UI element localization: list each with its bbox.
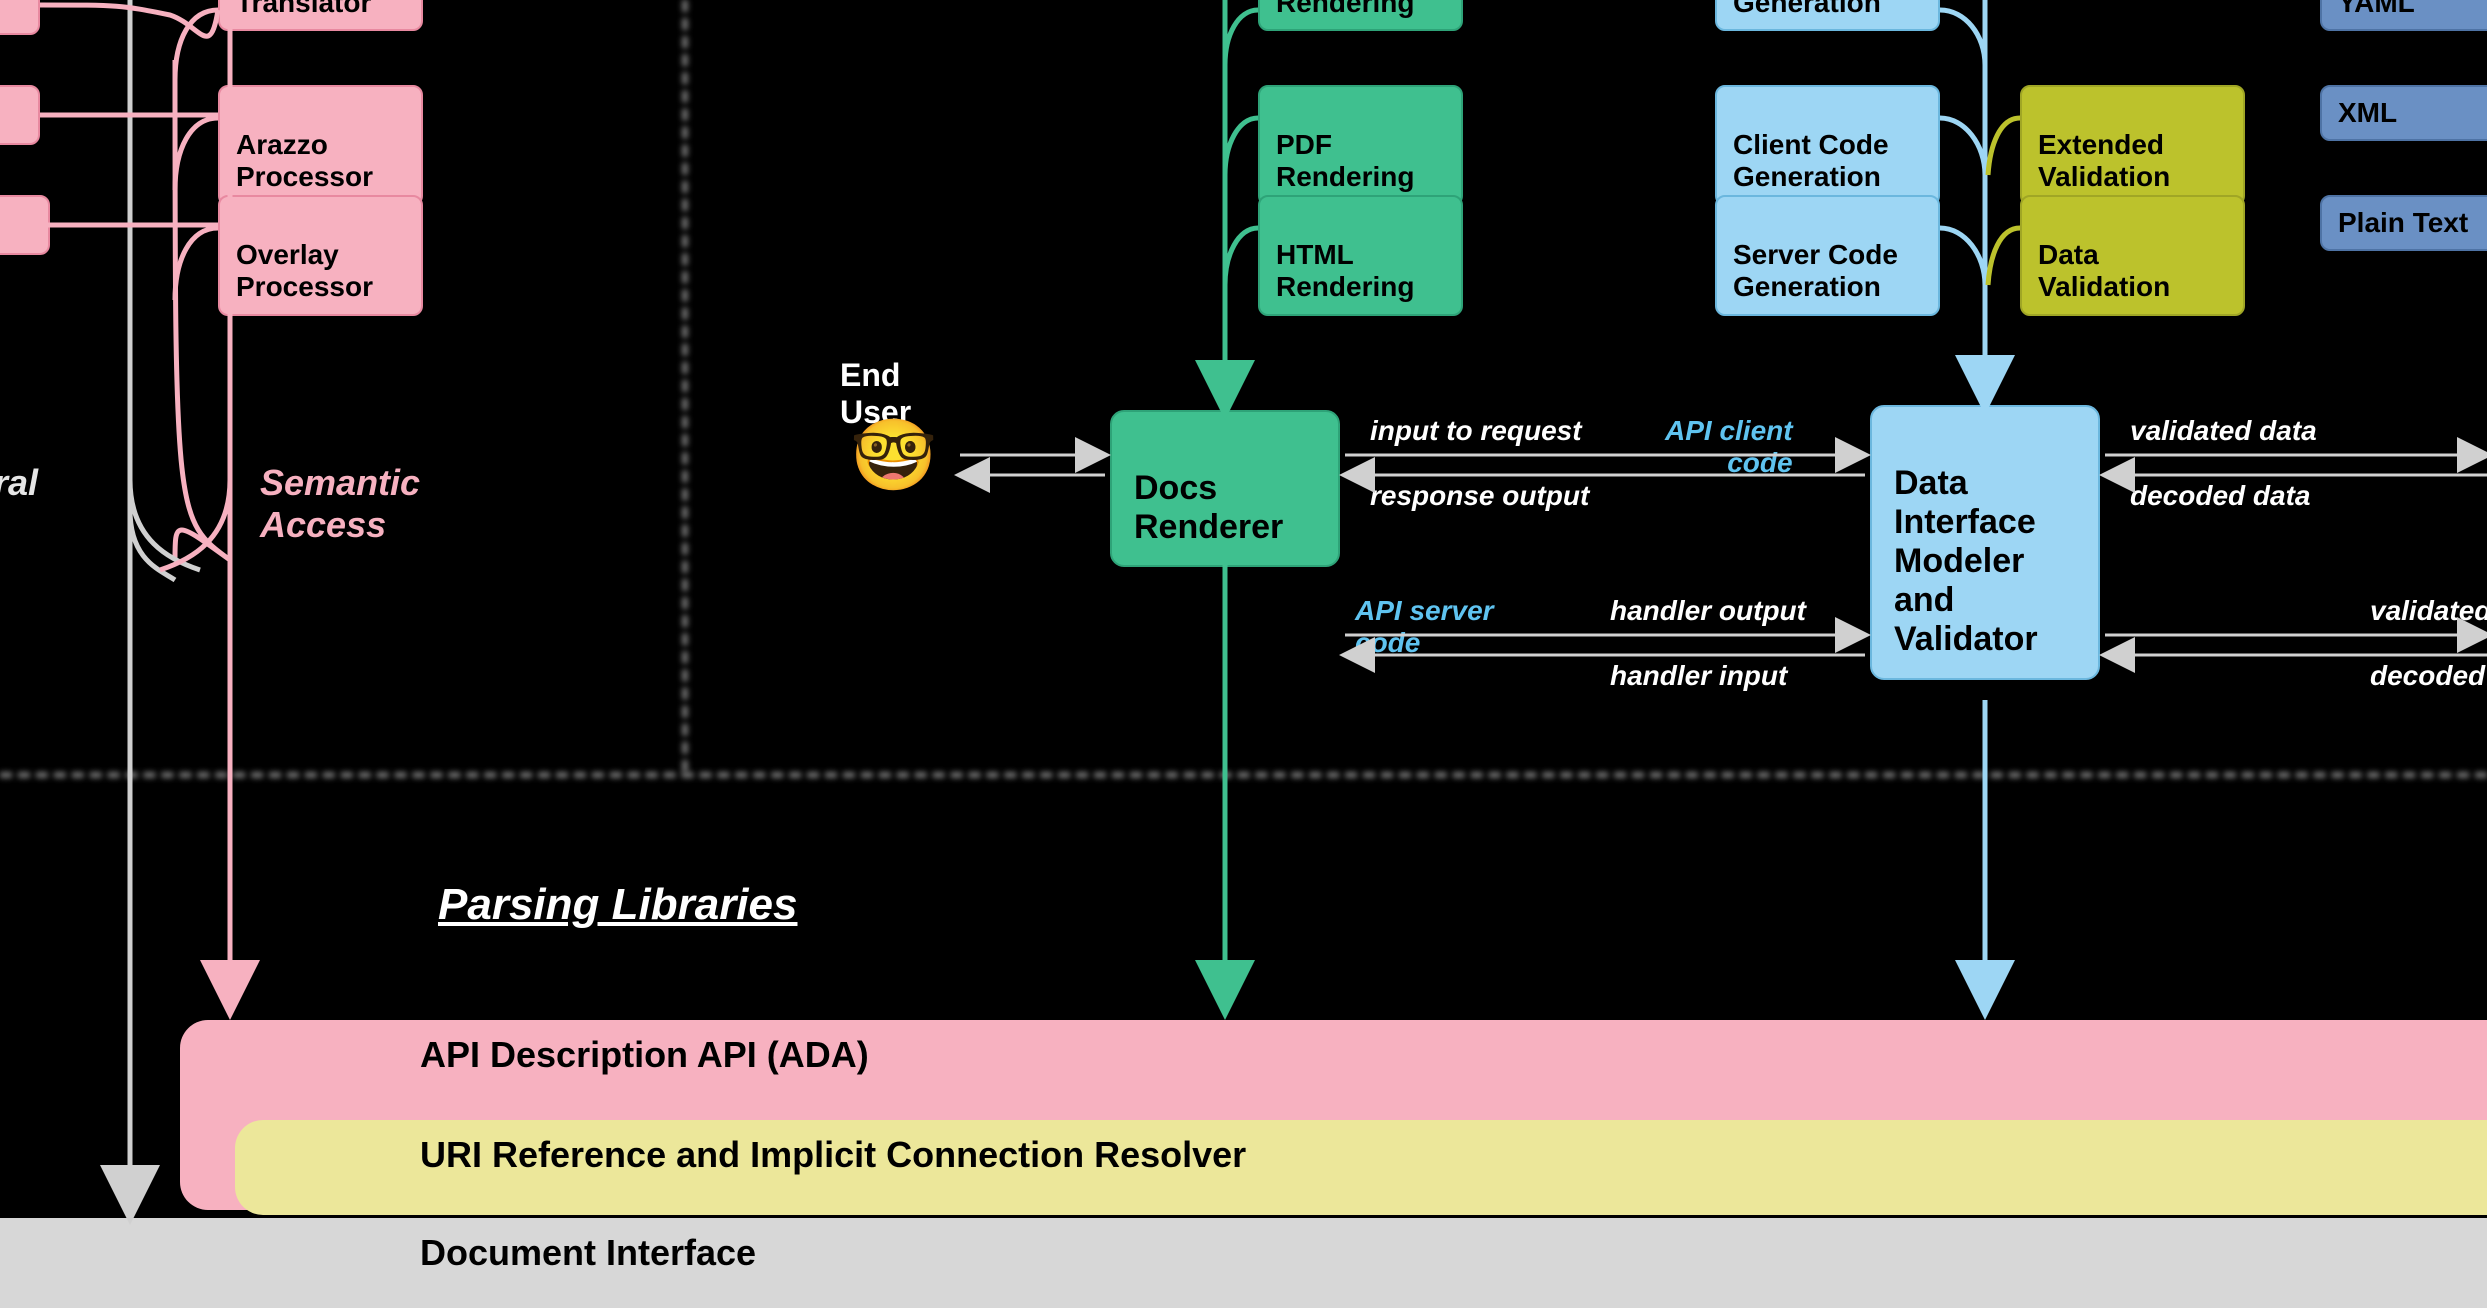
region-divider-horizontal xyxy=(0,772,2487,778)
node-label: Rendering xyxy=(1276,0,1414,18)
label-decoded-right: decoded… xyxy=(2370,660,2487,692)
node-rendering: Rendering xyxy=(1258,0,1463,31)
bar-document-interface: Document Interface xyxy=(0,1218,2487,1308)
node-translator: Translator xyxy=(218,0,423,31)
node-label: PDF Rendering xyxy=(1276,129,1414,192)
label-handler-output: handler output xyxy=(1610,595,1806,627)
node-label: Arazzo Processor xyxy=(236,129,373,192)
node-client-code-gen: Client Code Generation xyxy=(1715,85,1940,206)
label-decoded-data: decoded data xyxy=(2130,480,2310,512)
label-validated-data: validated data xyxy=(2130,415,2317,447)
node-label: HTML Rendering xyxy=(1276,239,1414,302)
node-html-rendering: HTML Rendering xyxy=(1258,195,1463,316)
node-label: Client Code Generation xyxy=(1733,129,1889,192)
node-cropped-1 xyxy=(0,85,40,145)
bar-uri-resolver: URI Reference and Implicit Connection Re… xyxy=(235,1120,2487,1215)
node-generation: Generation xyxy=(1715,0,1940,31)
node-label: Docs Renderer xyxy=(1134,469,1283,546)
node-plain-text: Plain Text xyxy=(2320,195,2487,251)
nerd-face-icon: 🤓 xyxy=(850,415,937,497)
region-divider-vertical xyxy=(682,0,688,772)
node-docs-renderer: Docs Renderer xyxy=(1110,410,1340,567)
node-yaml: YAML xyxy=(2320,0,2487,31)
text: cturaless xyxy=(0,462,38,545)
label-response-output: response output xyxy=(1370,480,1589,512)
bar-label: API Description API (ADA) xyxy=(420,1034,869,1075)
node-label: Data Validation xyxy=(2038,239,2170,302)
node-label: Plain Text xyxy=(2338,207,2468,238)
bar-label: Document Interface xyxy=(420,1232,756,1273)
node-cropped-0 xyxy=(0,0,40,35)
section-parsing-libraries: Parsing Libraries xyxy=(438,880,797,930)
node-label: Overlay Processor xyxy=(236,239,373,302)
node-data-validation: Data Validation xyxy=(2020,195,2245,316)
node-extended-validation: Extended Validation xyxy=(2020,85,2245,206)
label-input-to-request: input to request xyxy=(1370,415,1582,447)
node-pdf-rendering: PDF Rendering xyxy=(1258,85,1463,206)
bar-label: URI Reference and Implicit Connection Re… xyxy=(420,1134,1246,1175)
node-label: XML xyxy=(2338,97,2397,128)
node-xml: XML xyxy=(2320,85,2487,141)
node-arazzo-processor: Arazzo Processor xyxy=(218,85,423,206)
text: Semantic Access xyxy=(260,462,420,545)
node-cropped-2 xyxy=(0,195,50,255)
label-handler-input: handler input xyxy=(1610,660,1787,692)
node-label: Server Code Generation xyxy=(1733,239,1898,302)
label-validated-right: validated… xyxy=(2370,595,2487,627)
node-label: Extended Validation xyxy=(2038,129,2170,192)
node-label: YAML xyxy=(2338,0,2415,18)
node-server-code-gen: Server Code Generation xyxy=(1715,195,1940,316)
label-api-client-code: API client code xyxy=(1665,415,1793,479)
node-overlay-processor: Overlay Processor xyxy=(218,195,423,316)
node-label: Generation xyxy=(1733,0,1881,18)
label-semantic-access: Semantic Access xyxy=(260,420,420,546)
node-label: Data Interface Modeler and Validator xyxy=(1894,464,2038,658)
label-structural-access: cturaless xyxy=(0,420,38,546)
label-api-server-code: API server code xyxy=(1355,595,1494,659)
node-data-interface-modeler: Data Interface Modeler and Validator xyxy=(1870,405,2100,680)
node-label: Translator xyxy=(236,0,371,18)
